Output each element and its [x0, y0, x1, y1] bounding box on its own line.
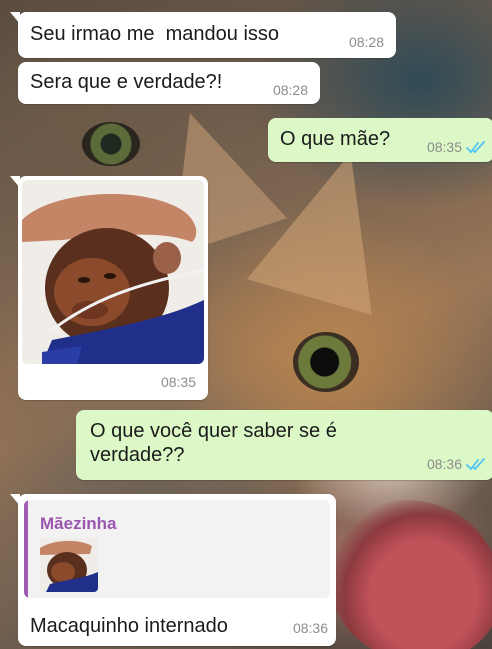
quote-accent-bar: [24, 500, 28, 598]
bubble-tail: [10, 494, 20, 506]
cat-mouth: [330, 500, 492, 649]
message-time: 08:28: [272, 82, 308, 98]
message-bubble-incoming[interactable]: Seu irmao me mandou isso 08:28: [10, 12, 396, 58]
message-time: 08:35: [426, 139, 462, 155]
message-bubble-image[interactable]: 08:35: [10, 176, 208, 400]
cat-eye-left: [82, 122, 140, 166]
cat-eye-right: [293, 332, 359, 392]
message-time: 08:36: [426, 456, 462, 472]
bubble-tail: [10, 12, 20, 24]
quoted-photo-thumbnail: [40, 538, 98, 592]
message-meta: 08:36: [427, 456, 486, 472]
message-bubble-outgoing[interactable]: O que mãe? 08:35: [268, 118, 492, 162]
quoted-message[interactable]: Mãezinha: [24, 500, 330, 598]
message-meta: 08:35: [427, 139, 486, 155]
message-text: O que mãe?: [280, 128, 391, 150]
message-time: 08:35: [160, 374, 196, 390]
message-bubble-reply[interactable]: Mãezinha Macaquinho internado 08:36: [10, 494, 336, 646]
message-bubble-outgoing[interactable]: O que você quer saber se é verdade?? 08:…: [76, 410, 492, 480]
quoted-author: Mãezinha: [40, 514, 117, 533]
baby-monkey-image: [22, 180, 204, 364]
bubble-tail: [10, 176, 20, 188]
message-text: Macaquinho internado: [30, 615, 228, 637]
baby-monkey-thumbnail-image: [40, 538, 98, 592]
message-time: 08:36: [292, 620, 328, 636]
message-text: Seu irmao me mandou isso: [30, 23, 280, 45]
message-time: 08:28: [348, 34, 384, 50]
baby-monkey-photo[interactable]: [22, 180, 204, 364]
message-bubble-incoming[interactable]: Sera que e verdade?! 08:28: [18, 62, 320, 104]
double-check-read-icon: [466, 458, 485, 471]
double-check-read-icon: [466, 141, 485, 154]
message-text: Sera que e verdade?!: [30, 71, 223, 93]
message-text: O que você quer saber se é verdade??: [90, 420, 337, 466]
